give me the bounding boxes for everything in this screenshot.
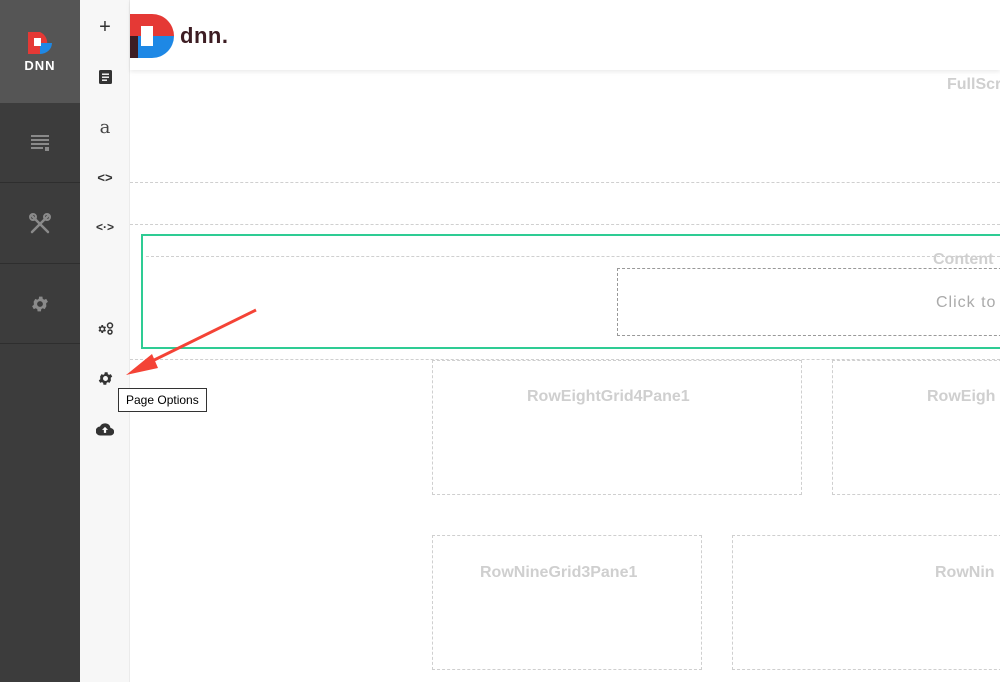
page-options-tooltip: Page Options [118,388,207,412]
persona-logo[interactable]: DNN [0,0,80,103]
existing-page-button[interactable] [80,61,130,93]
gear-icon [98,371,112,385]
persona-item-content[interactable] [0,103,80,183]
content-icon [31,134,49,151]
persona-logo-text: DNN [24,58,56,73]
dnn-brand-icon [130,14,174,58]
expand-icon: <·> [95,220,114,234]
persona-item-settings[interactable] [0,264,80,344]
site-header: dnn. [130,0,1000,70]
code-icon: <> [97,169,113,185]
pane-divider [130,182,1000,183]
publish-button[interactable] [80,413,130,445]
dnn-logo-icon [28,32,52,54]
click-to-label: Click to [936,294,997,311]
text-icon: a [99,116,111,138]
code-module-button[interactable]: <> [80,161,130,193]
persona-item-tools[interactable] [0,184,80,264]
dnn-edit-page: DNN + a <> <·> dnn. FullScr Content Clic… [0,0,1000,682]
pane-label-row-nine-2: RowNin [935,564,995,581]
pane-divider [146,256,1000,257]
tools-icon [29,212,51,233]
pane-row-eight-2[interactable] [832,360,1000,495]
text-module-button[interactable]: a [80,111,130,143]
expand-button[interactable]: <·> [80,211,130,243]
page-icon [98,70,112,84]
persona-bar: DNN [0,0,80,682]
pane-divider [130,224,1000,225]
pane-row-nine-1[interactable] [432,535,702,670]
pane-row-nine-2[interactable] [732,535,1000,670]
add-icon: + [99,15,111,38]
cloud-upload-icon [96,422,114,436]
pane-label-row-eight-1: RowEightGrid4Pane1 [527,388,690,405]
pane-label-row-nine-1: RowNineGrid3Pane1 [480,564,638,581]
pane-label-fullscreen: FullScr [947,76,1000,93]
pane-label-content: Content [933,251,994,268]
settings-icon [32,296,48,311]
site-logo[interactable]: dnn. [130,14,228,58]
add-module-button[interactable]: + [80,11,130,43]
brand-text: dnn. [180,23,229,48]
pane-row-eight-1[interactable] [432,360,802,495]
gears-icon [98,321,113,335]
annotation-arrow-icon [126,308,257,375]
pane-label-row-eight-2: RowEigh [927,388,996,405]
